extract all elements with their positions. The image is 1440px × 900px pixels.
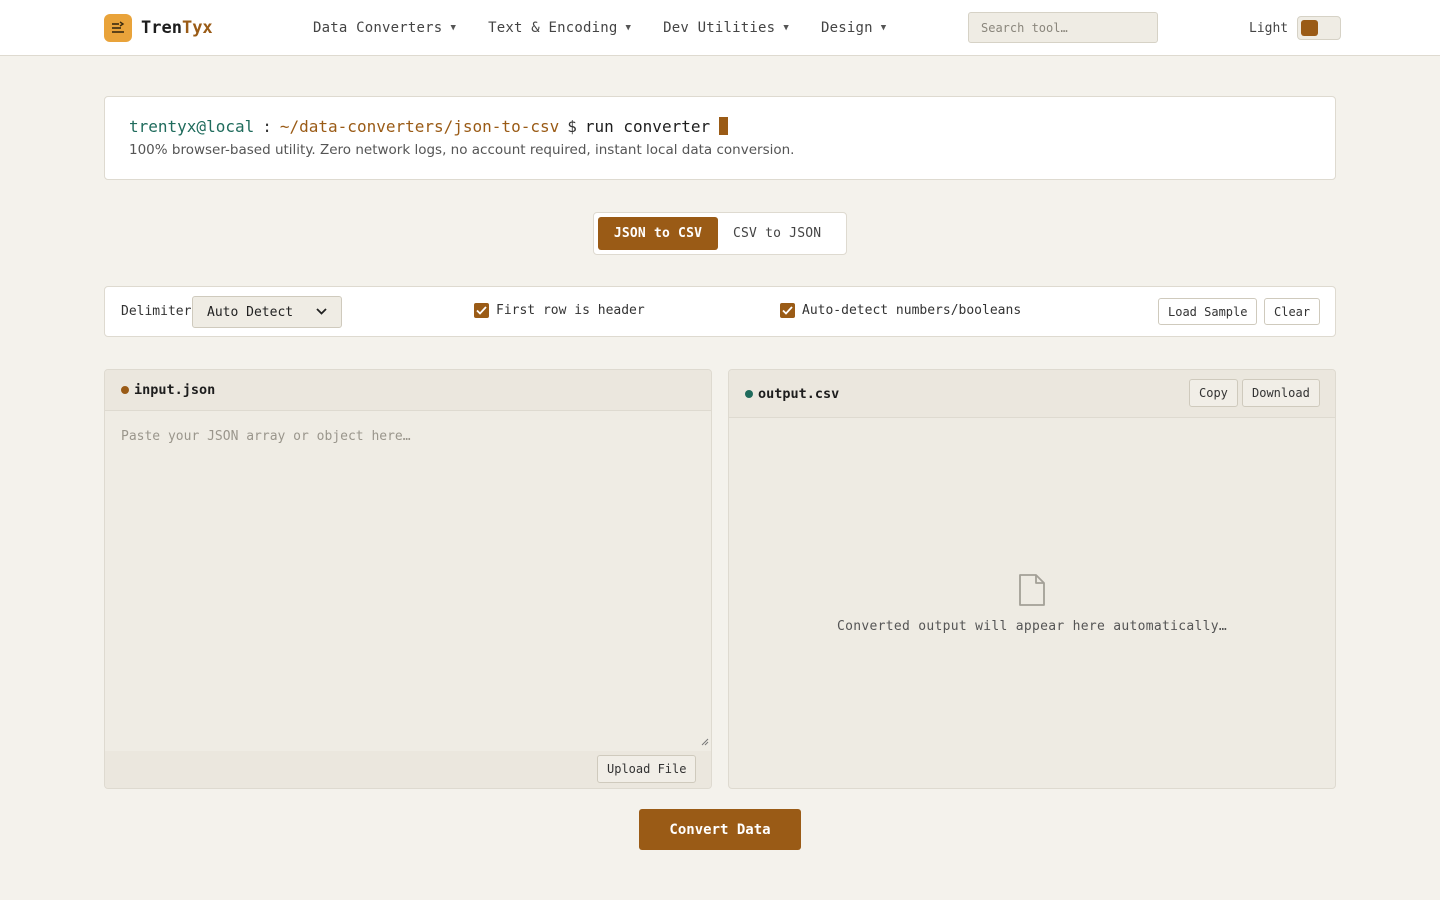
search-input[interactable] bbox=[968, 12, 1158, 43]
logo-text: TrenTyx bbox=[141, 18, 213, 38]
file-icon bbox=[1017, 573, 1047, 611]
logo-text-accent: Tyx bbox=[181, 18, 213, 38]
main-nav: Data Converters ▼ Text & Encoding ▼ Dev Ut… bbox=[313, 0, 918, 56]
terminal-cursor bbox=[719, 117, 729, 135]
top-header: TrenTyx Data Converters ▼ Text & Encoding… bbox=[0, 0, 1440, 56]
terminal-card: trentyx@local : ~/data-converters/json-t… bbox=[104, 96, 1336, 180]
output-empty-state: Converted output will appear here automa… bbox=[729, 418, 1335, 788]
logo-text-primary: Tren bbox=[141, 18, 182, 38]
caret-down-icon: ▼ bbox=[783, 23, 789, 33]
status-dot bbox=[121, 386, 129, 394]
terminal-prompt: trentyx@local : ~/data-converters/json-t… bbox=[129, 115, 1311, 137]
theme-label: Light bbox=[1249, 20, 1289, 36]
convert-data-button[interactable]: Convert Data bbox=[639, 809, 801, 850]
delimiter-select[interactable]: Auto Detect bbox=[192, 296, 342, 328]
caret-down-icon: ▼ bbox=[625, 23, 632, 33]
input-file-name: input.json bbox=[134, 382, 216, 398]
nav-data-converters[interactable]: Data Converters ▼ bbox=[313, 20, 456, 36]
terminal-path: ~/data-converters/json-to-csv bbox=[279, 116, 560, 136]
terminal-separator: : bbox=[262, 116, 272, 136]
output-panel: output.csv Copy Download Converted outpu… bbox=[728, 369, 1336, 789]
upload-file-button[interactable]: Upload File bbox=[597, 755, 697, 783]
toggle-knob bbox=[1301, 20, 1319, 36]
nav-label: Data Converters bbox=[313, 20, 443, 36]
lines-arrow-icon bbox=[104, 14, 132, 42]
nav-text-encoding[interactable]: Text & Encoding ▼ bbox=[488, 20, 631, 36]
mode-switch: JSON to CSV CSV to JSON bbox=[593, 212, 847, 255]
empty-state-text: Converted output will appear here automa… bbox=[836, 618, 1228, 634]
tab-json-to-csv[interactable]: JSON to CSV bbox=[598, 217, 718, 250]
nav-design[interactable]: Design ▼ bbox=[821, 20, 886, 36]
resize-grip-icon[interactable] bbox=[701, 731, 709, 750]
input-panel-header: input.json bbox=[105, 370, 711, 411]
terminal-command: run converter bbox=[584, 116, 711, 136]
download-button[interactable]: Download bbox=[1242, 379, 1320, 407]
input-panel-footer: Upload File bbox=[105, 751, 711, 788]
auto-detect-checkbox[interactable]: Auto-detect numbers/booleans bbox=[780, 303, 1021, 318]
logo[interactable]: TrenTyx bbox=[104, 14, 213, 42]
checkmark-icon bbox=[474, 303, 489, 318]
tab-csv-to-json[interactable]: CSV to JSON bbox=[718, 217, 836, 250]
input-panel: input.json Upload File bbox=[104, 369, 712, 789]
json-input[interactable] bbox=[105, 411, 711, 752]
first-row-header-checkbox[interactable]: First row is header bbox=[474, 303, 645, 318]
clear-button[interactable]: Clear bbox=[1264, 298, 1321, 325]
auto-detect-label: Auto-detect numbers/booleans bbox=[802, 303, 1022, 318]
nav-label: Text & Encoding bbox=[488, 20, 618, 36]
nav-label: Design bbox=[820, 20, 873, 36]
terminal-dollar: $ bbox=[567, 116, 577, 136]
output-file-name: output.csv bbox=[758, 385, 840, 402]
first-row-header-label: First row is header bbox=[496, 303, 645, 318]
theme-toggle[interactable] bbox=[1297, 16, 1342, 40]
chevron-down-icon bbox=[316, 307, 327, 318]
terminal-user: trentyx@local bbox=[129, 116, 255, 136]
tool-description: 100% browser-based utility. Zero network… bbox=[129, 142, 795, 158]
nav-dev-utilities[interactable]: Dev Utilities ▼ bbox=[663, 20, 789, 36]
delimiter-label: Delimiter bbox=[121, 304, 192, 319]
output-panel-header: output.csv Copy Download bbox=[729, 370, 1335, 418]
load-sample-button[interactable]: Load Sample bbox=[1158, 298, 1258, 325]
status-dot bbox=[745, 389, 753, 398]
options-bar: Delimiter Auto Detect First row is heade… bbox=[104, 286, 1336, 337]
checkmark-icon bbox=[780, 303, 795, 318]
theme-switcher: Light bbox=[1249, 16, 1342, 40]
copy-button[interactable]: Copy bbox=[1189, 379, 1238, 407]
nav-label: Dev Utilities bbox=[663, 20, 776, 36]
caret-down-icon: ▼ bbox=[880, 23, 887, 33]
caret-down-icon: ▼ bbox=[450, 23, 457, 33]
delimiter-value: Auto Detect bbox=[207, 304, 294, 320]
